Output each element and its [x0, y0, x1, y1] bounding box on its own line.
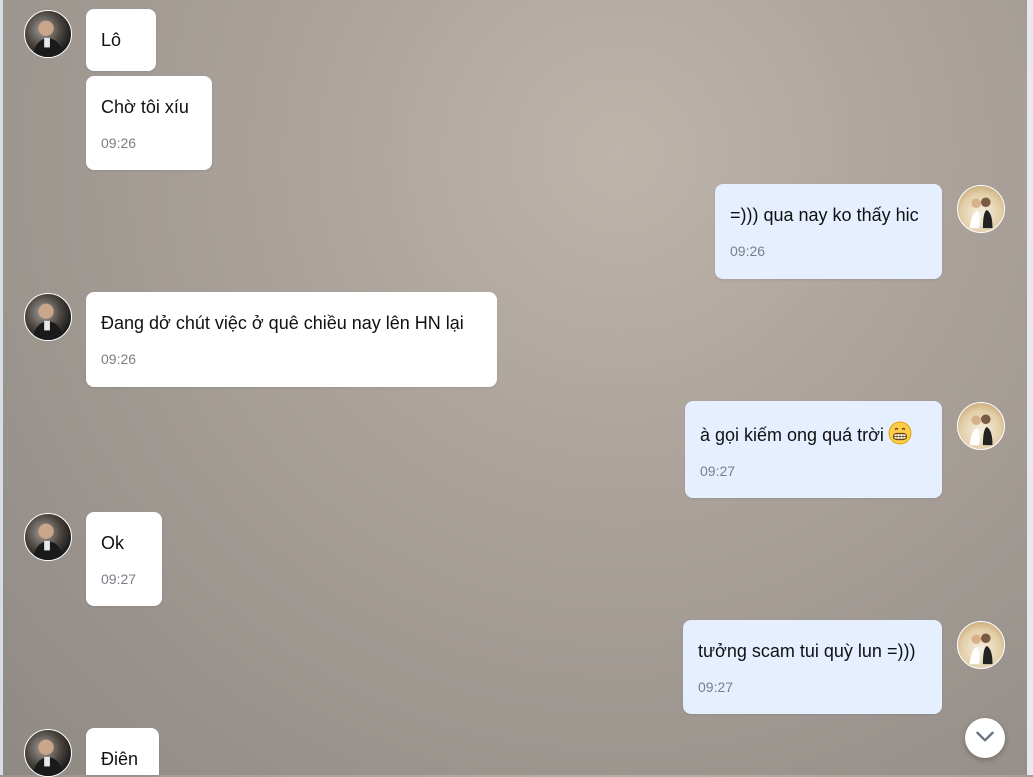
- message-time: 09:27: [698, 679, 734, 695]
- peer-avatar[interactable]: [24, 729, 72, 777]
- message-text: =))) qua nay ko thấy hic: [730, 205, 919, 225]
- peer-avatar[interactable]: [24, 513, 72, 561]
- message-text: Điên: [101, 749, 139, 769]
- message-bubble-peer[interactable]: Lô: [86, 9, 156, 71]
- message-bubble-peer[interactable]: Ok 09:27: [86, 512, 162, 606]
- message-time: 09:27: [700, 463, 736, 479]
- my-avatar[interactable]: [957, 402, 1005, 450]
- my-avatar[interactable]: [957, 185, 1005, 233]
- grinning-face-emoji-icon: [888, 421, 912, 445]
- message-bubble-me[interactable]: tưởng scam tui quỳ lun =))) 09:27: [683, 620, 942, 714]
- message-bubble-peer[interactable]: Đang dở chút việc ở quê chiều nay lên HN…: [86, 292, 497, 387]
- message-text: à gọi kiếm ong quá trời: [700, 425, 884, 445]
- message-text-row: à gọi kiếm ong quá trời: [700, 421, 927, 446]
- left-edge-rail: [0, 0, 3, 775]
- my-avatar[interactable]: [957, 621, 1005, 669]
- message-text: Lô: [101, 30, 122, 50]
- scroll-to-bottom-button[interactable]: [965, 718, 1005, 758]
- chat-scrollbar[interactable]: [1027, 0, 1033, 775]
- message-bubble-me[interactable]: à gọi kiếm ong quá trời 09:27: [685, 401, 942, 498]
- message-bubble-me[interactable]: =))) qua nay ko thấy hic 09:26: [715, 184, 942, 279]
- message-text: Đang dở chút việc ở quê chiều nay lên HN…: [101, 313, 464, 333]
- chevron-down-icon: [972, 723, 998, 754]
- message-time: 09:26: [730, 243, 766, 259]
- message-bubble-peer[interactable]: Điên: [86, 728, 159, 775]
- message-time: 09:26: [101, 351, 137, 367]
- message-text: Ok: [101, 533, 125, 553]
- message-time: 09:26: [101, 135, 137, 151]
- message-text: Chờ tôi xíu: [101, 97, 189, 117]
- message-text: tưởng scam tui quỳ lun =))): [698, 641, 916, 661]
- peer-avatar[interactable]: [24, 293, 72, 341]
- peer-avatar[interactable]: [24, 10, 72, 58]
- message-bubble-peer[interactable]: Chờ tôi xíu 09:26: [86, 76, 212, 170]
- message-time: 09:27: [101, 571, 137, 587]
